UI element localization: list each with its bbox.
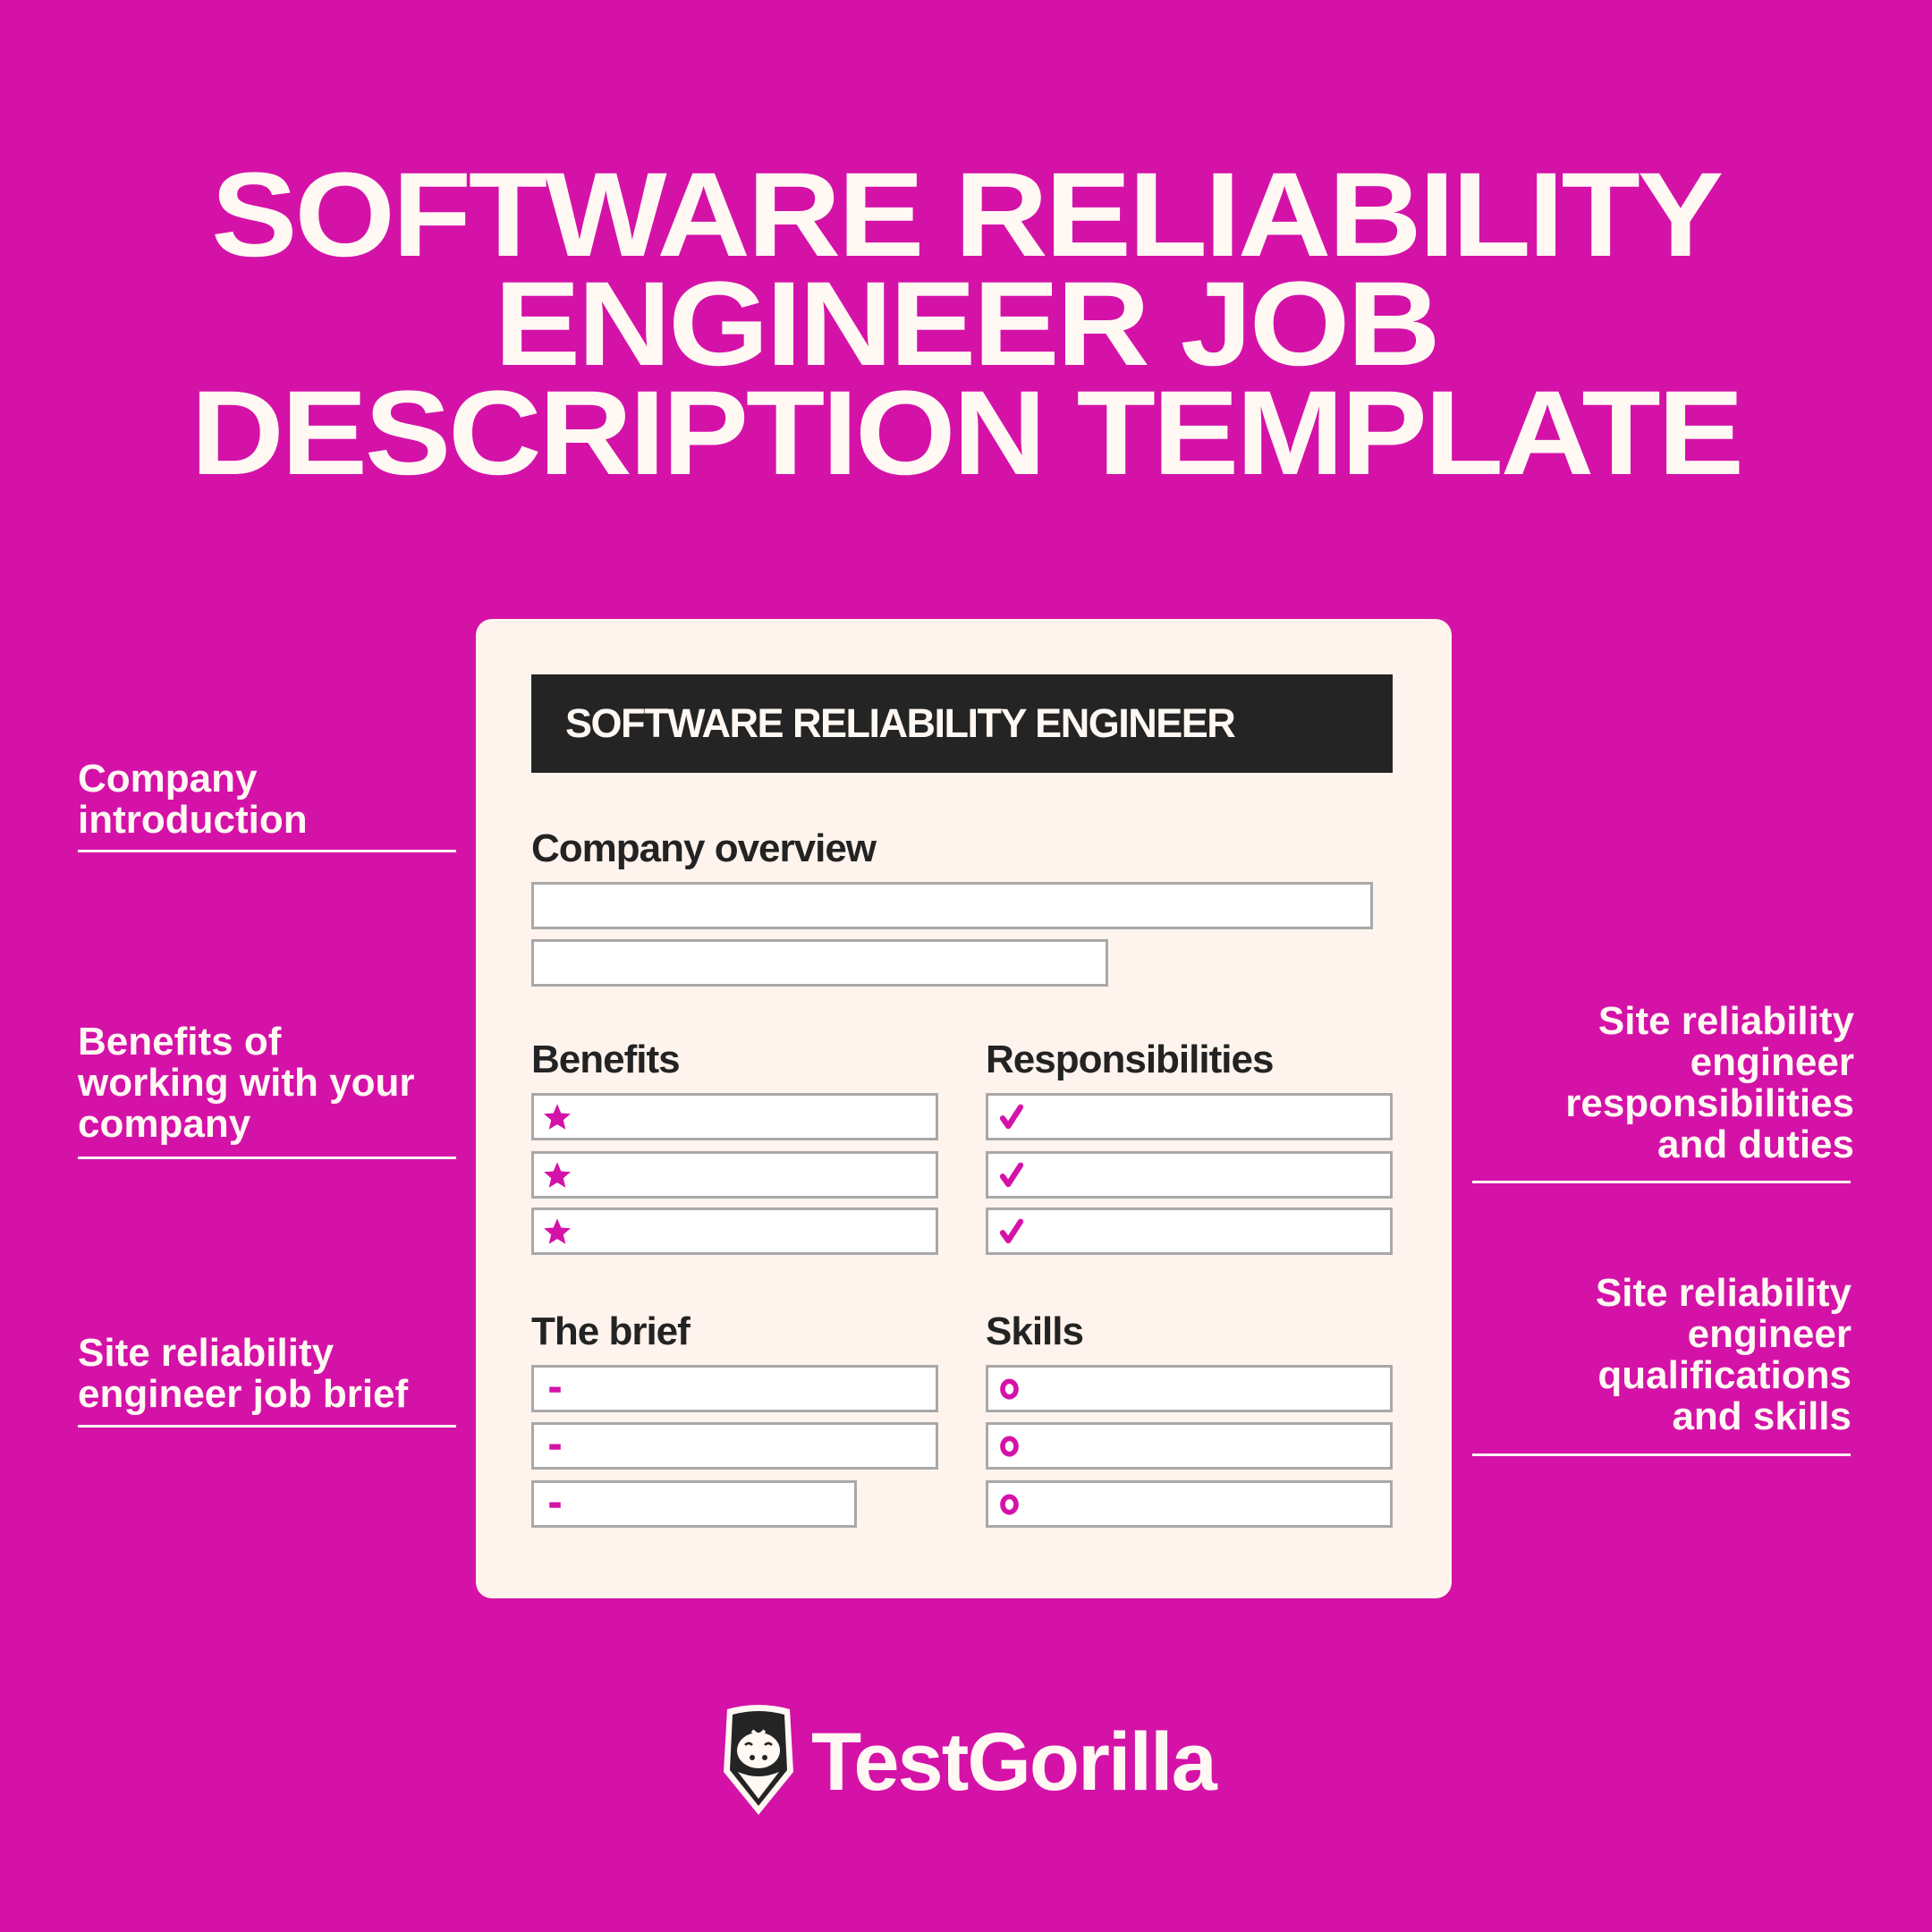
skill-field[interactable] [986, 1480, 1393, 1528]
annotation-line: introduction [78, 798, 308, 842]
page-title: SOFTWARE RELIABILITY ENGINEER JOB DESCRI… [0, 148, 1932, 500]
annotation-line: Company [78, 757, 258, 801]
annotation-line: working with your [78, 1061, 415, 1105]
title-line: ENGINEER JOB [494, 258, 1441, 391]
testgorilla-logo: TestGorilla [718, 1704, 1217, 1818]
dash-icon [543, 1373, 572, 1405]
title-line: DESCRIPTION TEMPLATE [191, 367, 1744, 500]
skills-heading: Skills [986, 1309, 1084, 1353]
annotation-line: Site reliability [78, 1331, 335, 1375]
annotation-company-introduction: Company introduction [78, 758, 308, 841]
title-line: SOFTWARE RELIABILITY [211, 148, 1724, 282]
annotation-divider [1472, 1181, 1851, 1183]
annotation-line: responsibilities [1565, 1081, 1854, 1125]
annotation-line: qualifications [1597, 1353, 1852, 1397]
annotation-divider [78, 850, 456, 852]
annotation-line: Benefits of [78, 1020, 282, 1063]
skill-field[interactable] [986, 1422, 1393, 1470]
responsibility-field[interactable] [986, 1208, 1393, 1255]
annotation-line: and skills [1672, 1394, 1852, 1438]
job-title-banner: SOFTWARE RELIABILITY ENGINEER [531, 674, 1393, 773]
overview-field[interactable] [531, 882, 1373, 929]
annotation-divider [78, 1425, 456, 1428]
job-description-card: SOFTWARE RELIABILITY ENGINEER Company ov… [476, 619, 1452, 1598]
responsibility-field[interactable] [986, 1151, 1393, 1199]
responsibilities-heading: Responsibilities [986, 1038, 1274, 1081]
benefits-heading: Benefits [531, 1038, 681, 1081]
brief-heading: The brief [531, 1309, 691, 1353]
star-icon [543, 1216, 572, 1248]
annotation-benefits: Benefits of working with your company [78, 1021, 414, 1145]
brief-field[interactable] [531, 1422, 938, 1470]
logo-text: TestGorilla [811, 1716, 1217, 1808]
annotation-line: company [78, 1102, 251, 1146]
company-overview-heading: Company overview [531, 826, 877, 870]
ring-icon [997, 1488, 1026, 1521]
annotation-responsibilities: Site reliability engineer responsibiliti… [1443, 1001, 1854, 1165]
benefit-field[interactable] [531, 1208, 938, 1255]
dash-icon [543, 1488, 572, 1521]
annotation-line: engineer job brief [78, 1372, 409, 1416]
gorilla-icon [718, 1702, 799, 1823]
star-icon [543, 1101, 572, 1133]
brief-field[interactable] [531, 1480, 857, 1528]
star-icon [543, 1159, 572, 1191]
annotation-line: and duties [1657, 1123, 1854, 1166]
checkmark-icon [997, 1101, 1026, 1133]
annotation-skills: Site reliability engineer qualifications… [1440, 1273, 1852, 1437]
checkmark-icon [997, 1216, 1026, 1248]
annotation-line: engineer [1687, 1312, 1852, 1356]
responsibility-field[interactable] [986, 1093, 1393, 1140]
overview-field[interactable] [531, 939, 1108, 987]
annotation-divider [1472, 1453, 1851, 1456]
skill-field[interactable] [986, 1365, 1393, 1412]
annotation-line: Site reliability [1597, 999, 1854, 1043]
ring-icon [997, 1430, 1026, 1462]
annotation-line: Site reliability [1595, 1271, 1852, 1315]
annotation-divider [78, 1157, 456, 1159]
benefit-field[interactable] [531, 1151, 938, 1199]
benefit-field[interactable] [531, 1093, 938, 1140]
ring-icon [997, 1373, 1026, 1405]
brief-field[interactable] [531, 1365, 938, 1412]
checkmark-icon [997, 1159, 1026, 1191]
annotation-job-brief: Site reliability engineer job brief [78, 1333, 408, 1415]
dash-icon [543, 1430, 572, 1462]
annotation-line: engineer [1690, 1040, 1854, 1084]
